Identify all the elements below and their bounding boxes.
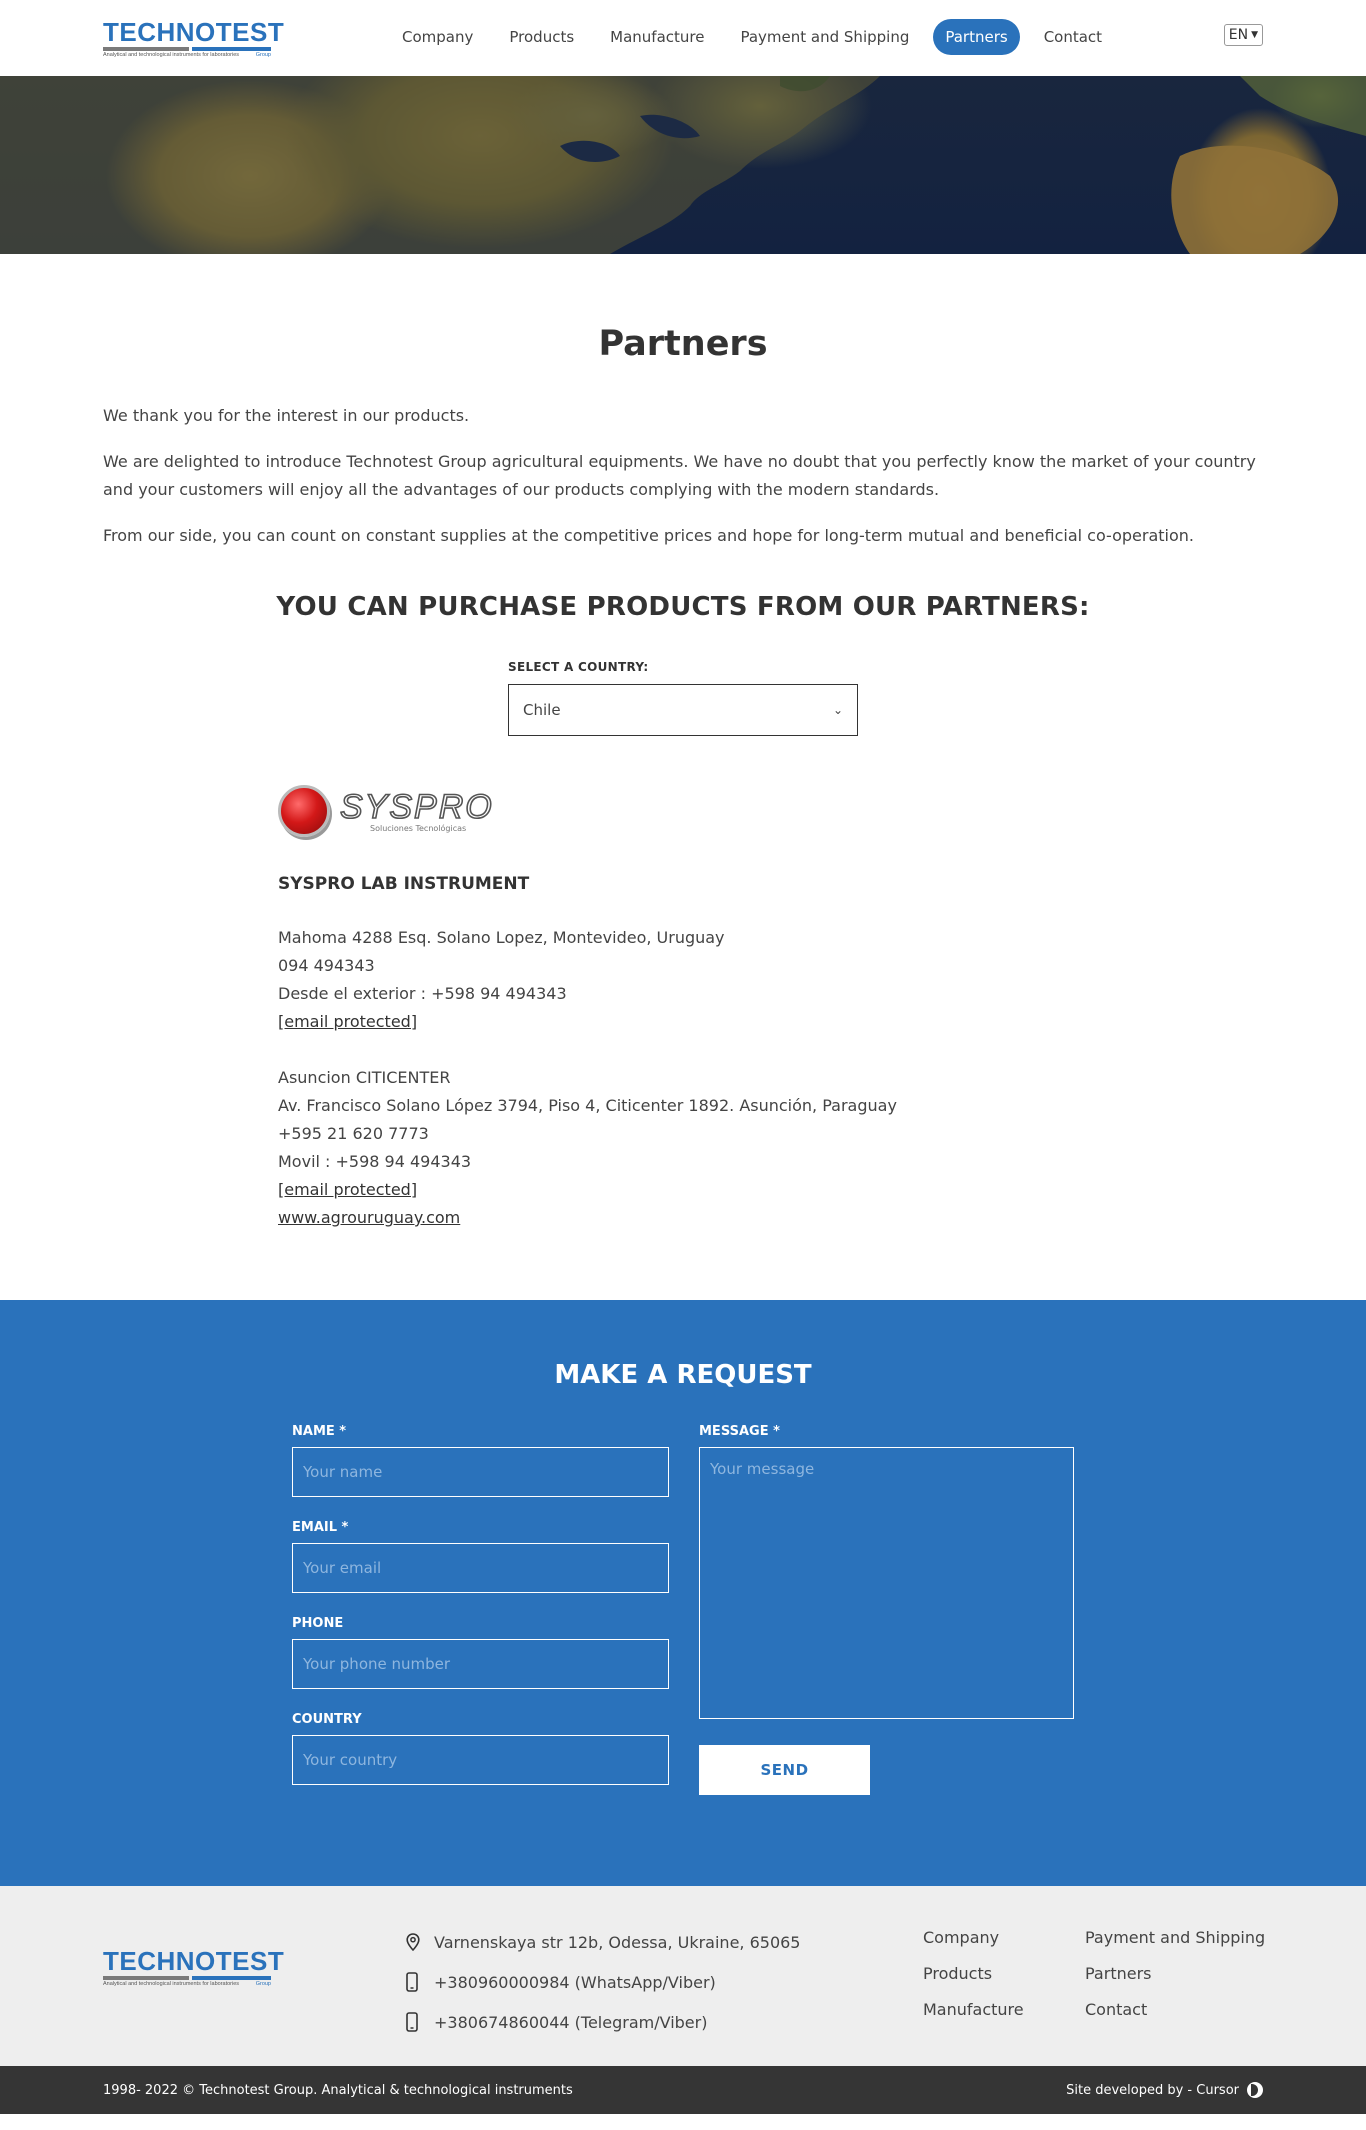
office-address: Av. Francisco Solano López 3794, Piso 4,… <box>278 1096 897 1115</box>
logo-tagline: Analytical and technological instruments… <box>103 1981 240 1987</box>
map-landmass-image <box>0 76 1366 254</box>
footer-phone-2: +380674860044 (Telegram/Viber) <box>406 2002 800 2042</box>
office-name: Asuncion CITICENTER <box>278 1068 451 1087</box>
send-button[interactable]: SEND <box>699 1745 870 1795</box>
message-textarea[interactable] <box>699 1447 1074 1719</box>
office-address: Mahoma 4288 Esq. Solano Lopez, Montevide… <box>278 928 725 947</box>
partner-card: SYSPRO Soluciones Tecnológicas SYSPRO LA… <box>278 776 1088 1232</box>
office-abroad-phone: Desde el exterior : +598 94 494343 <box>278 984 567 1003</box>
logo-tagline: Analytical and technological instruments… <box>103 51 240 58</box>
footer-address: Varnenskaya str 12b, Odessa, Ukraine, 65… <box>406 1922 800 1962</box>
logo-sub: Analytical and technological instruments… <box>103 1981 271 1987</box>
nav-partners[interactable]: Partners <box>933 19 1020 55</box>
developer-credit[interactable]: Site developed by - Cursor <box>1066 2082 1263 2098</box>
footer-phone-1: +380960000984 (WhatsApp/Viber) <box>406 1962 800 2002</box>
mobile-phone-icon <box>406 1972 434 1992</box>
partner-name: SYSPRO LAB INSTRUMENT <box>278 874 530 894</box>
country-select-label: SELECT A COUNTRY: <box>508 660 649 674</box>
site-logo[interactable]: TECHNOTEST Analytical and technological … <box>103 16 285 58</box>
chevron-down-icon: ⌄ <box>832 703 843 717</box>
footer-link-manufacture[interactable]: Manufacture <box>923 1998 1085 2022</box>
nav-manufacture[interactable]: Manufacture <box>598 19 716 55</box>
copyright-text: 1998- 2022 © Technotest Group. Analytica… <box>103 2082 573 2098</box>
main-content: Partners We thank you for the interest i… <box>0 324 1366 1232</box>
office-phone: 094 494343 <box>278 956 375 975</box>
partner-office-1: Mahoma 4288 Esq. Solano Lopez, Montevide… <box>278 924 1088 1036</box>
footer-link-partners[interactable]: Partners <box>1085 1962 1265 1986</box>
footer-contacts: Varnenskaya str 12b, Odessa, Ukraine, 65… <box>406 1922 800 2042</box>
office-mobile: Movil : +598 94 494343 <box>278 1152 472 1171</box>
developer-text: Site developed by - Cursor <box>1066 2082 1239 2098</box>
partner-logo-ball <box>278 785 330 837</box>
main-nav: Company Products Manufacture Payment and… <box>390 19 1126 55</box>
country-select-group: SELECT A COUNTRY: Chile ⌄ <box>508 660 858 736</box>
name-input[interactable] <box>292 1447 669 1497</box>
cursor-logo-icon <box>1247 2082 1263 2098</box>
language-value: EN <box>1228 27 1249 43</box>
partner-office-2: Asuncion CITICENTER Av. Francisco Solano… <box>278 1064 1088 1232</box>
message-label: MESSAGE * <box>699 1424 780 1439</box>
chevron-down-icon: ▼ <box>1251 30 1258 40</box>
logo-group: Group <box>255 51 271 58</box>
country-select[interactable]: Chile ⌄ <box>508 684 858 736</box>
logo-text: TECHNOTEST <box>103 16 285 47</box>
office-phone: +595 21 620 7773 <box>278 1124 429 1143</box>
request-title: MAKE A REQUEST <box>554 1360 812 1390</box>
email-input[interactable] <box>292 1543 669 1593</box>
hero-banner-map <box>0 76 1366 254</box>
footer-link-products[interactable]: Products <box>923 1962 1085 1986</box>
phone-label: PHONE <box>292 1616 344 1631</box>
site-footer: TECHNOTEST Analytical and technological … <box>0 1886 1366 2066</box>
footer-address-text: Varnenskaya str 12b, Odessa, Ukraine, 65… <box>434 1932 801 1952</box>
footer-logo[interactable]: TECHNOTEST Analytical and technological … <box>103 1946 285 1987</box>
logo-text: TECHNOTEST <box>103 1946 285 1976</box>
logo-sub: Analytical and technological instruments… <box>103 52 271 58</box>
partner-logo-name: SYSPRO <box>339 787 494 826</box>
footer-link-payment-shipping[interactable]: Payment and Shipping <box>1085 1926 1265 1950</box>
partner-logo: SYSPRO Soluciones Tecnológicas <box>278 776 1088 846</box>
footer-phone-2-text[interactable]: +380674860044 (Telegram/Viber) <box>434 2013 707 2032</box>
logo-bar <box>103 1976 271 1980</box>
phone-input[interactable] <box>292 1639 669 1689</box>
page-title: Partners <box>598 324 768 364</box>
nav-payment-shipping[interactable]: Payment and Shipping <box>728 19 921 55</box>
nav-products[interactable]: Products <box>497 19 586 55</box>
office-website-link[interactable]: www.agrouruguay.com <box>278 1208 460 1227</box>
logo-group: Group <box>255 1981 271 1987</box>
request-form: NAME * EMAIL * PHONE COUNTRY MESSAGE * S… <box>292 1424 1074 1808</box>
logo-bar <box>103 46 271 51</box>
country-select-value: Chile <box>523 701 561 719</box>
map-pin-icon <box>406 1933 434 1951</box>
partners-heading: YOU CAN PURCHASE PRODUCTS FROM OUR PARTN… <box>276 592 1090 622</box>
name-label: NAME * <box>292 1424 347 1439</box>
site-header: TECHNOTEST Analytical and technological … <box>0 0 1366 76</box>
intro-paragraph: From our side, you can count on constant… <box>103 526 1195 545</box>
intro-paragraph: We are delighted to introduce Technotest… <box>103 452 1256 499</box>
intro-text: We thank you for the interest in our pro… <box>103 402 1263 550</box>
language-select[interactable]: EN ▼ <box>1223 24 1263 46</box>
bottom-bar: 1998- 2022 © Technotest Group. Analytica… <box>0 2066 1366 2114</box>
nav-company[interactable]: Company <box>390 19 485 55</box>
country-label: COUNTRY <box>292 1712 362 1727</box>
footer-link-company[interactable]: Company <box>923 1926 1085 1950</box>
footer-link-contact[interactable]: Contact <box>1085 1998 1265 2022</box>
email-label: EMAIL * <box>292 1520 349 1535</box>
country-input[interactable] <box>292 1735 669 1785</box>
footer-nav: Company Payment and Shipping Products Pa… <box>923 1926 1265 2022</box>
office-email-link[interactable]: [email protected] <box>278 1180 417 1199</box>
partner-logo-sub: Soluciones Tecnológicas <box>370 823 467 833</box>
intro-paragraph: We thank you for the interest in our pro… <box>103 406 470 425</box>
office-email-link[interactable]: [email protected] <box>278 1012 417 1031</box>
footer-phone-1-text[interactable]: +380960000984 (WhatsApp/Viber) <box>434 1973 716 1992</box>
nav-contact[interactable]: Contact <box>1032 19 1114 55</box>
request-section: MAKE A REQUEST NAME * EMAIL * PHONE COUN… <box>0 1300 1366 1886</box>
mobile-phone-icon <box>406 2012 434 2032</box>
